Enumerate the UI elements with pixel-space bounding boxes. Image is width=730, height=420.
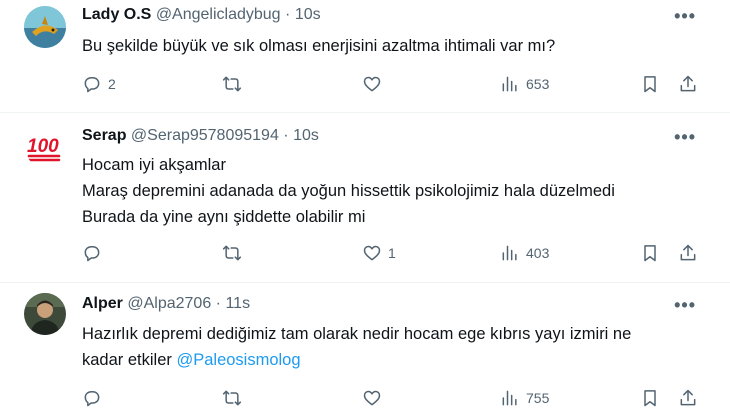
tweet-1[interactable]: Lady O.S @Angelicladybug · 10s ••• Bu şe… [0, 0, 730, 112]
heart-icon [363, 76, 381, 92]
retweet-button[interactable] [222, 241, 248, 265]
tweet-text-line: Maraş depremini adanada da yoğun hissett… [82, 182, 615, 200]
shark-photo-avatar-icon [24, 6, 66, 48]
views-chart-icon [502, 76, 517, 92]
views-button[interactable]: 755 [500, 386, 549, 410]
retweet-icon [222, 390, 242, 406]
retweet-button[interactable] [222, 386, 248, 410]
hundred-points-emoji-icon: 100 [24, 125, 66, 167]
bookmark-icon [644, 390, 656, 407]
user-handle[interactable]: @Serap9578095194 [131, 127, 279, 144]
tweet-text-line: kadar etkiler @Paleosismolog [82, 347, 682, 373]
tweet-text-line: Hocam iyi akşamlar [82, 156, 226, 174]
more-options-icon[interactable]: ••• [674, 295, 696, 316]
retweet-icon [222, 76, 242, 92]
tweet-text-segment: kadar etkiler [82, 351, 177, 369]
separator-dot: · [283, 127, 289, 144]
display-name[interactable]: Serap [82, 127, 126, 144]
like-button[interactable] [362, 386, 388, 410]
bookmark-button[interactable] [640, 241, 660, 265]
action-bar: 755 [82, 386, 702, 410]
bookmark-button[interactable] [640, 386, 660, 410]
reply-icon [84, 77, 100, 93]
tweet-text-line: Hazırlık depremi dediğimiz tam olarak ne… [82, 325, 632, 343]
share-icon [680, 389, 696, 406]
like-button[interactable]: 1 [362, 241, 396, 265]
tweet-text: Hazırlık depremi dediğimiz tam olarak ne… [82, 321, 682, 373]
timestamp[interactable]: 11s [225, 295, 250, 312]
share-icon [680, 75, 696, 92]
view-count: 403 [526, 245, 550, 261]
tweet-text-line: Bu şekilde büyük ve sık olması enerjisin… [82, 37, 556, 55]
timestamp[interactable]: 10s [295, 6, 321, 23]
reply-icon [84, 391, 100, 407]
share-button[interactable] [678, 72, 698, 96]
avatar[interactable] [24, 6, 66, 48]
user-handle[interactable]: @Alpa2706 [127, 295, 211, 312]
reply-button[interactable]: 2 [82, 72, 116, 96]
action-bar: 1 403 [82, 241, 702, 265]
more-options-icon[interactable]: ••• [674, 6, 696, 27]
reply-button[interactable] [82, 386, 108, 410]
share-button[interactable] [678, 241, 698, 265]
heart-icon [363, 390, 381, 406]
separator-dot: · [285, 6, 291, 23]
action-bar: 2 653 [82, 72, 702, 96]
separator-dot: · [215, 295, 221, 312]
share-icon [680, 244, 696, 261]
timestamp[interactable]: 10s [293, 127, 319, 144]
tweet-header: Alper @Alpa2706 · 11s [82, 295, 250, 313]
views-chart-icon [502, 390, 517, 406]
like-button[interactable] [362, 72, 388, 96]
views-chart-icon [502, 245, 517, 261]
bookmark-button[interactable] [640, 72, 660, 96]
view-count: 755 [526, 390, 550, 406]
retweet-button[interactable] [222, 72, 248, 96]
tweet-3[interactable]: Alper @Alpa2706 · 11s ••• Hazırlık depre… [0, 283, 730, 420]
tweet-2[interactable]: 100 Serap @Serap9578095194 · 10s ••• Hoc… [0, 113, 730, 282]
user-handle[interactable]: @Angelicladybug [156, 6, 281, 23]
avatar[interactable]: 100 [24, 125, 66, 167]
views-button[interactable]: 653 [500, 72, 549, 96]
like-count: 1 [388, 245, 396, 261]
heart-icon [363, 245, 381, 261]
reply-count: 2 [108, 76, 116, 92]
tweet-text-line: Burada da yine aynı şiddette olabilir mi [82, 208, 366, 226]
avatar[interactable] [24, 293, 66, 335]
views-button[interactable]: 403 [500, 241, 549, 265]
tweet-header: Serap @Serap9578095194 · 10s [82, 127, 319, 145]
more-options-icon[interactable]: ••• [674, 127, 696, 148]
tweet-text: Hocam iyi akşamlar Maraş depremini adana… [82, 152, 682, 230]
display-name[interactable]: Lady O.S [82, 6, 151, 23]
svg-text:100: 100 [27, 136, 59, 157]
tweet-text: Bu şekilde büyük ve sık olması enerjisin… [82, 33, 682, 59]
bookmark-icon [644, 245, 656, 262]
tweet-header: Lady O.S @Angelicladybug · 10s [82, 6, 321, 24]
share-button[interactable] [678, 386, 698, 410]
view-count: 653 [526, 76, 550, 92]
reply-button[interactable] [82, 241, 108, 265]
display-name[interactable]: Alper [82, 295, 123, 312]
reply-icon [84, 246, 100, 262]
retweet-icon [222, 245, 242, 261]
mention-link[interactable]: @Paleosismolog [176, 351, 300, 369]
person-photo-avatar-icon [24, 293, 66, 335]
bookmark-icon [644, 76, 656, 93]
